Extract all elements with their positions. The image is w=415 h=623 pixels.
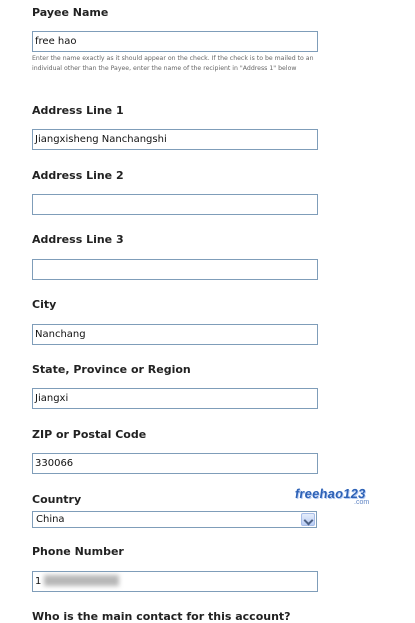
payee-help-text: Enter the name exactly as it should appe… (32, 55, 314, 72)
city-label: City (32, 298, 57, 311)
phone-number-visible-digit: 1 (35, 576, 42, 587)
zip-label: ZIP or Postal Code (32, 428, 147, 441)
address-line-3-input[interactable] (32, 259, 318, 280)
address-line-1-label: Address Line 1 (32, 104, 124, 117)
city-input[interactable]: Nanchang (32, 324, 318, 345)
phone-number-label: Phone Number (32, 545, 124, 558)
address-line-3-label: Address Line 3 (32, 233, 124, 246)
address-line-2-input[interactable] (32, 194, 318, 215)
phone-number-input[interactable]: 1 (32, 571, 318, 592)
state-input[interactable]: Jiangxi (32, 388, 318, 409)
payee-name-input[interactable]: free hao (32, 31, 318, 52)
state-label: State, Province or Region (32, 363, 191, 376)
country-select[interactable]: China (32, 511, 317, 528)
payee-name-label: Payee Name (32, 6, 109, 19)
main-contact-question: Who is the main contact for this account… (32, 610, 291, 623)
watermark-logo-domain: .com (354, 499, 370, 506)
zip-input[interactable]: 330066 (32, 453, 318, 474)
address-line-1-input[interactable]: Jiangxisheng Nanchangshi (32, 129, 318, 150)
redacted-phone-digits (44, 575, 120, 586)
country-label: Country (32, 493, 82, 506)
country-selected-value: China (36, 514, 65, 525)
address-line-2-label: Address Line 2 (32, 169, 124, 182)
chevron-down-icon[interactable] (301, 513, 315, 526)
